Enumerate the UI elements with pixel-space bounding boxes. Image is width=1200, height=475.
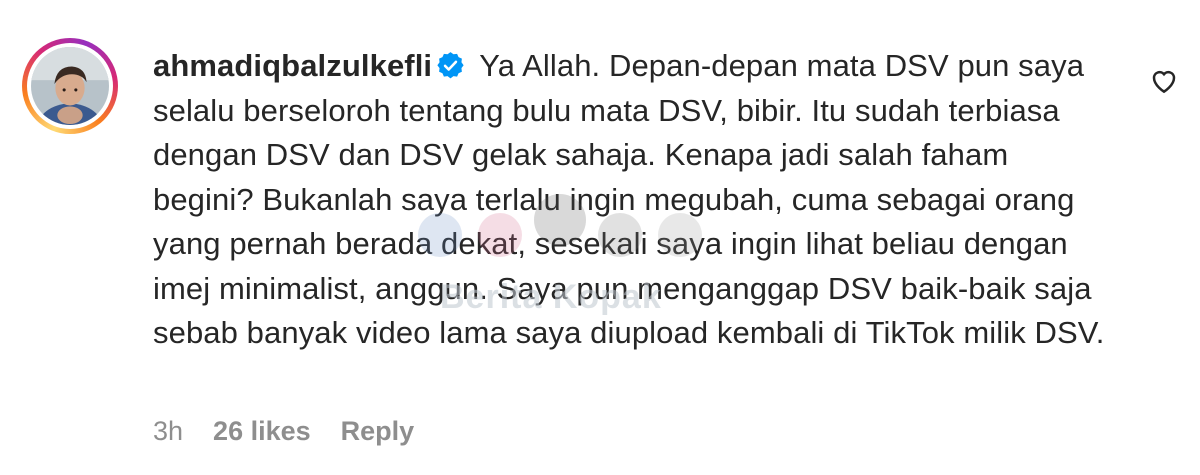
reply-button[interactable]: Reply xyxy=(341,416,415,447)
comment-username[interactable]: ahmadiqbalzulkefli xyxy=(153,48,432,83)
comment-meta: 3h 26 likes Reply xyxy=(153,416,414,447)
avatar-image xyxy=(31,47,109,125)
comment-text: Ya Allah. Depan-depan mata DSV pun saya … xyxy=(153,48,1105,350)
avatar[interactable] xyxy=(31,47,109,125)
comment-body: ahmadiqbalzulkefli Ya Allah. Depan-depan… xyxy=(153,44,1113,356)
comment-likes-count[interactable]: 26 likes xyxy=(213,416,311,447)
heart-icon[interactable] xyxy=(1149,66,1179,96)
verified-badge-icon xyxy=(437,52,464,79)
avatar-story-ring[interactable] xyxy=(22,38,118,134)
comment-item: ahmadiqbalzulkefli Ya Allah. Depan-depan… xyxy=(0,0,1200,475)
comment-time[interactable]: 3h xyxy=(153,416,183,447)
avatar-frame xyxy=(27,43,113,129)
